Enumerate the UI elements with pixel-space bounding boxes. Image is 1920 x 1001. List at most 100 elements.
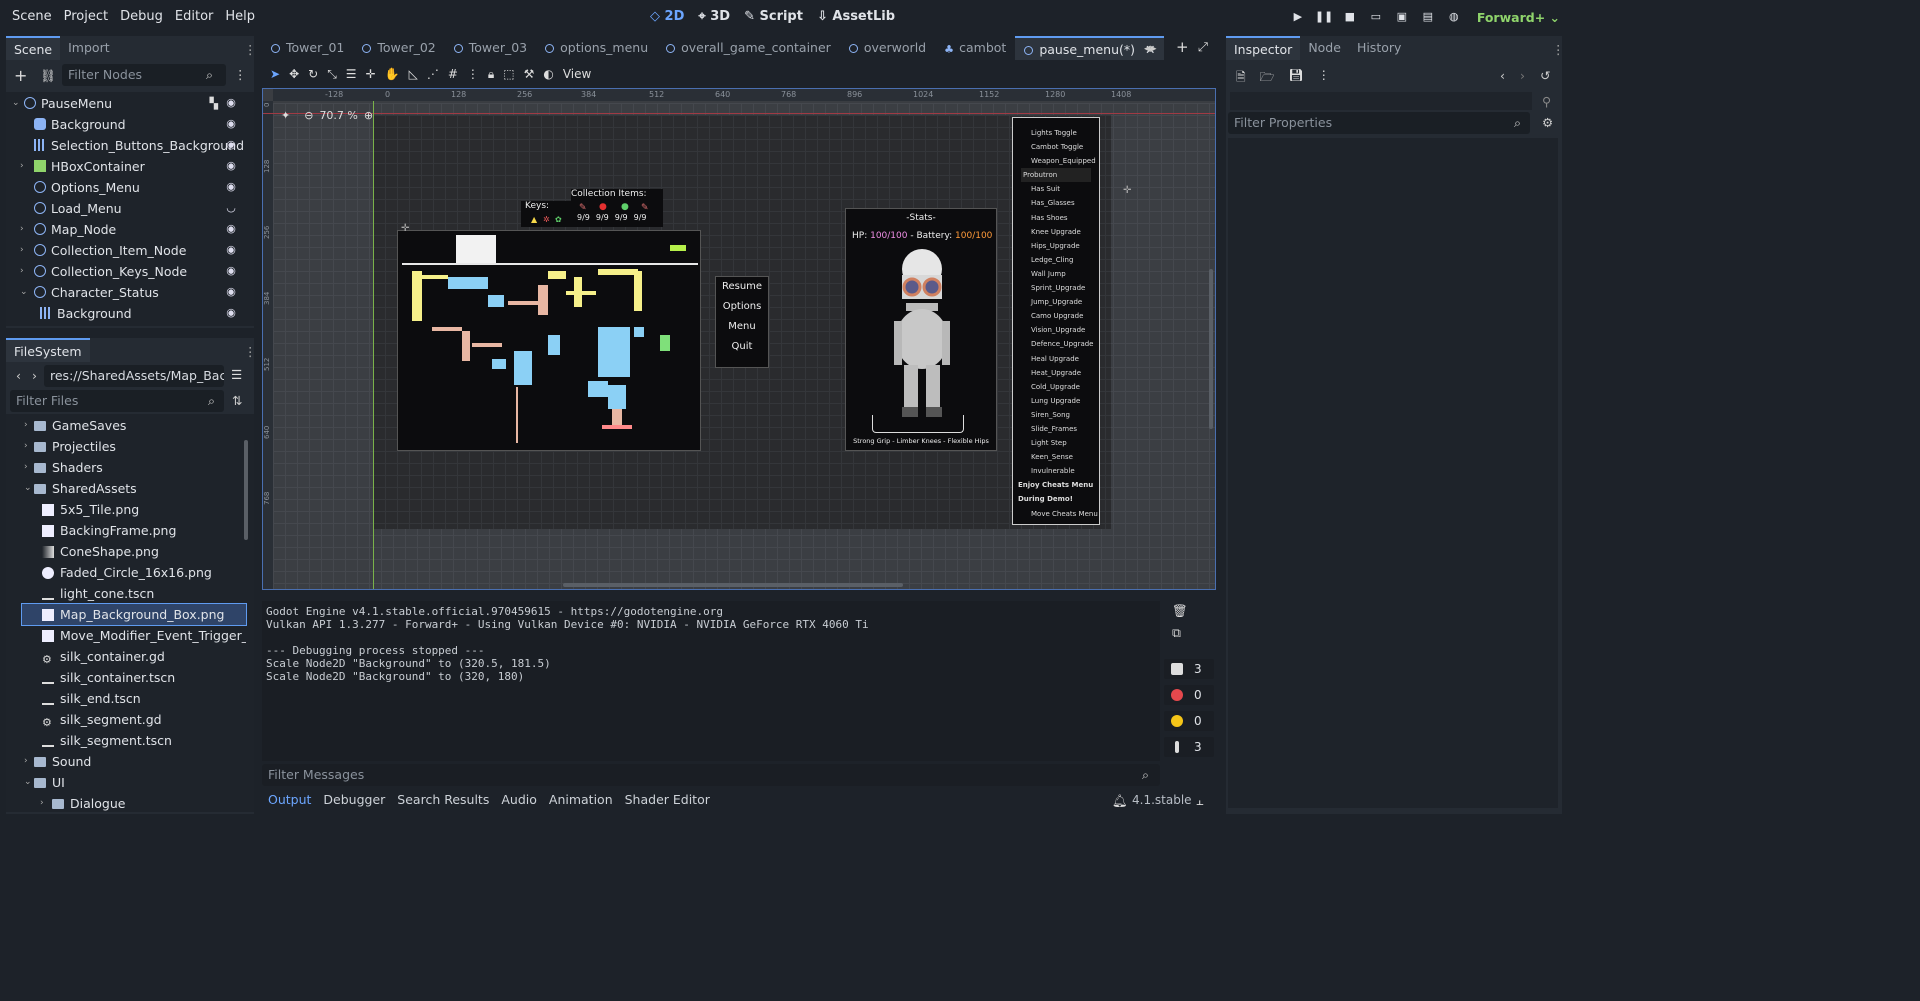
cheat-toggle[interactable]: Ledge_Cling: [1021, 253, 1099, 267]
view-menu[interactable]: View: [563, 62, 591, 86]
visibility-icon[interactable]: ◉: [224, 222, 238, 236]
cheat-toggle[interactable]: Heat_Upgrade: [1021, 366, 1099, 380]
cheat-toggle[interactable]: Probutron: [1021, 168, 1091, 183]
scene-node[interactable]: Load_Menu ◡: [6, 198, 252, 219]
menu-button[interactable]: Menu: [716, 317, 768, 337]
cheat-toggle[interactable]: Wall Jump: [1021, 267, 1099, 281]
scale-tool-icon[interactable]: ⤡: [327, 62, 337, 86]
add-node-icon[interactable]: +: [14, 66, 27, 85]
fs-dock-menu-icon[interactable]: ⋮: [244, 344, 257, 359]
history-back-icon[interactable]: ‹: [1500, 68, 1505, 83]
bottom-tab[interactable]: Search Results: [391, 789, 495, 811]
scene-node[interactable]: ⌄ PauseMenu ◉ ▚: [6, 93, 252, 114]
scene-node[interactable]: Background ◉: [6, 303, 252, 324]
folder-item[interactable]: › Projectiles: [22, 436, 246, 457]
resume-button[interactable]: Resume: [716, 277, 768, 297]
script-icon[interactable]: ▚: [210, 93, 218, 114]
file-item[interactable]: ⚙ silk_container.gd: [22, 646, 246, 667]
bottom-tab[interactable]: Shader Editor: [619, 789, 716, 811]
cheat-toggle[interactable]: Siren_Song: [1021, 408, 1099, 422]
smart-snap-icon[interactable]: ⋰: [427, 62, 439, 86]
canvas-viewport[interactable]: -128 0 128 256 384 512 640 768 896 1024 1152 1280 14…: [262, 88, 1216, 590]
expand-arrow-icon[interactable]: ›: [24, 751, 28, 772]
cheat-toggle[interactable]: During Demo!: [1018, 492, 1099, 506]
expand-arrow-icon[interactable]: ›: [20, 240, 24, 261]
visibility-icon[interactable]: ◉: [224, 306, 238, 320]
visibility-icon[interactable]: ◉: [224, 138, 238, 152]
movie-maker-icon[interactable]: ◍: [1445, 8, 1463, 26]
inspector-menu-icon[interactable]: ⋮: [1318, 68, 1330, 89]
expand-arrow-icon[interactable]: ›: [20, 219, 24, 240]
move-tool-icon[interactable]: ✥: [289, 62, 299, 86]
scene-tab[interactable]: Tower_03: [445, 36, 536, 60]
filter-nodes-input[interactable]: Filter Nodes: [62, 64, 226, 86]
warning-count[interactable]: 0: [1164, 711, 1214, 731]
scene-options-icon[interactable]: ⋮: [234, 67, 247, 82]
tab-history[interactable]: History: [1349, 36, 1409, 60]
visibility-icon[interactable]: ◉: [224, 285, 238, 299]
cheat-toggle[interactable]: Jump_Upgrade: [1021, 295, 1099, 309]
expand-arrow-icon[interactable]: ⌄: [20, 282, 28, 303]
play-custom-scene-icon[interactable]: ▤: [1419, 8, 1437, 26]
zoom-in-icon[interactable]: ⊕: [364, 109, 373, 122]
scene-node[interactable]: › Collection_Item_Node ◉: [6, 240, 252, 261]
select-tool-icon[interactable]: ➤: [270, 62, 280, 86]
pause-icon[interactable]: ❚❚: [1315, 8, 1333, 26]
distraction-free-icon[interactable]: ⤢: [1198, 39, 1208, 55]
cheat-toggle[interactable]: Move Cheats Menu: [1021, 507, 1099, 521]
sort-icon[interactable]: ⇅: [232, 393, 242, 408]
scene-node[interactable]: › Map_Node ◉: [6, 219, 252, 240]
stop-icon[interactable]: ■: [1341, 8, 1359, 26]
file-item[interactable]: silk_segment.tscn: [22, 730, 246, 751]
play-icon[interactable]: ▶: [1289, 8, 1307, 26]
scene-tab[interactable]: options_menu: [536, 36, 657, 60]
copy-output-icon[interactable]: ⧉: [1172, 625, 1214, 641]
lock-icon[interactable]: 🔒︎: [488, 62, 494, 86]
clear-output-icon[interactable]: 🗑︎: [1172, 603, 1214, 619]
cheat-toggle[interactable]: Light Step: [1021, 436, 1099, 450]
file-item[interactable]: Map_Background_Box.png: [21, 603, 247, 626]
visibility-icon[interactable]: ◉: [224, 159, 238, 173]
cheat-toggle[interactable]: Hips_Upgrade: [1021, 239, 1099, 253]
visibility-icon[interactable]: ◉: [224, 96, 238, 110]
back-icon[interactable]: ‹: [16, 368, 21, 383]
zoom-level[interactable]: 70.7 %: [319, 109, 357, 122]
tab-scroll-icon[interactable]: ◂▸: [1144, 40, 1157, 55]
visibility-icon[interactable]: ◉: [224, 264, 238, 278]
pivot-tool-icon[interactable]: ✛: [366, 62, 376, 86]
vertical-scrollbar[interactable]: [1209, 269, 1213, 429]
cheat-toggle[interactable]: Has_Glasses: [1021, 196, 1099, 210]
save-resource-icon[interactable]: 💾︎: [1289, 68, 1304, 89]
snap-options-icon[interactable]: ⋮: [467, 62, 479, 86]
property-options-icon[interactable]: ⚙: [1542, 115, 1553, 130]
options-button[interactable]: Options: [716, 297, 768, 317]
filter-properties-input[interactable]: Filter Properties: [1228, 112, 1530, 134]
error-count[interactable]: 0: [1164, 685, 1214, 705]
panel-expand-icon[interactable]: ⫠: [1196, 793, 1204, 809]
expand-arrow-icon[interactable]: ›: [20, 156, 24, 177]
mode-assetlib[interactable]: ⇩ AssetLib: [817, 9, 895, 24]
menu-help[interactable]: Help: [219, 9, 261, 24]
menu-editor[interactable]: Editor: [169, 9, 219, 24]
path-field[interactable]: res://SharedAssets/Map_Backgr: [44, 365, 224, 387]
menu-debug[interactable]: Debug: [114, 9, 169, 24]
visibility-icon[interactable]: ◡: [224, 201, 238, 215]
grid-snap-icon[interactable]: #: [448, 62, 458, 86]
link-icon[interactable]: ⛓: [40, 68, 56, 84]
layout-toggle-icon[interactable]: ☰: [231, 367, 242, 382]
filter-messages-input[interactable]: Filter Messages: [262, 764, 1160, 786]
cheat-toggle[interactable]: Sprint_Upgrade: [1021, 281, 1099, 295]
bottom-tab[interactable]: Debugger: [317, 789, 391, 811]
renderer-select[interactable]: Forward+ ⌄: [1477, 10, 1560, 25]
visibility-icon[interactable]: ◉: [224, 117, 238, 131]
visibility-icon[interactable]: ◉: [224, 180, 238, 194]
tab-filesystem[interactable]: FileSystem: [6, 338, 90, 362]
add-scene-tab-icon[interactable]: +: [1176, 38, 1189, 56]
tab-inspector[interactable]: Inspector: [1226, 36, 1301, 60]
scene-node[interactable]: Selection_Buttons_Background ◉: [6, 135, 252, 156]
object-path-field[interactable]: [1230, 92, 1532, 110]
scene-tab[interactable]: overworld: [840, 36, 935, 60]
cheat-toggle[interactable]: Vision_Upgrade: [1021, 323, 1099, 337]
bottom-tab[interactable]: Audio: [495, 789, 543, 811]
history-forward-icon[interactable]: ›: [1520, 68, 1525, 83]
